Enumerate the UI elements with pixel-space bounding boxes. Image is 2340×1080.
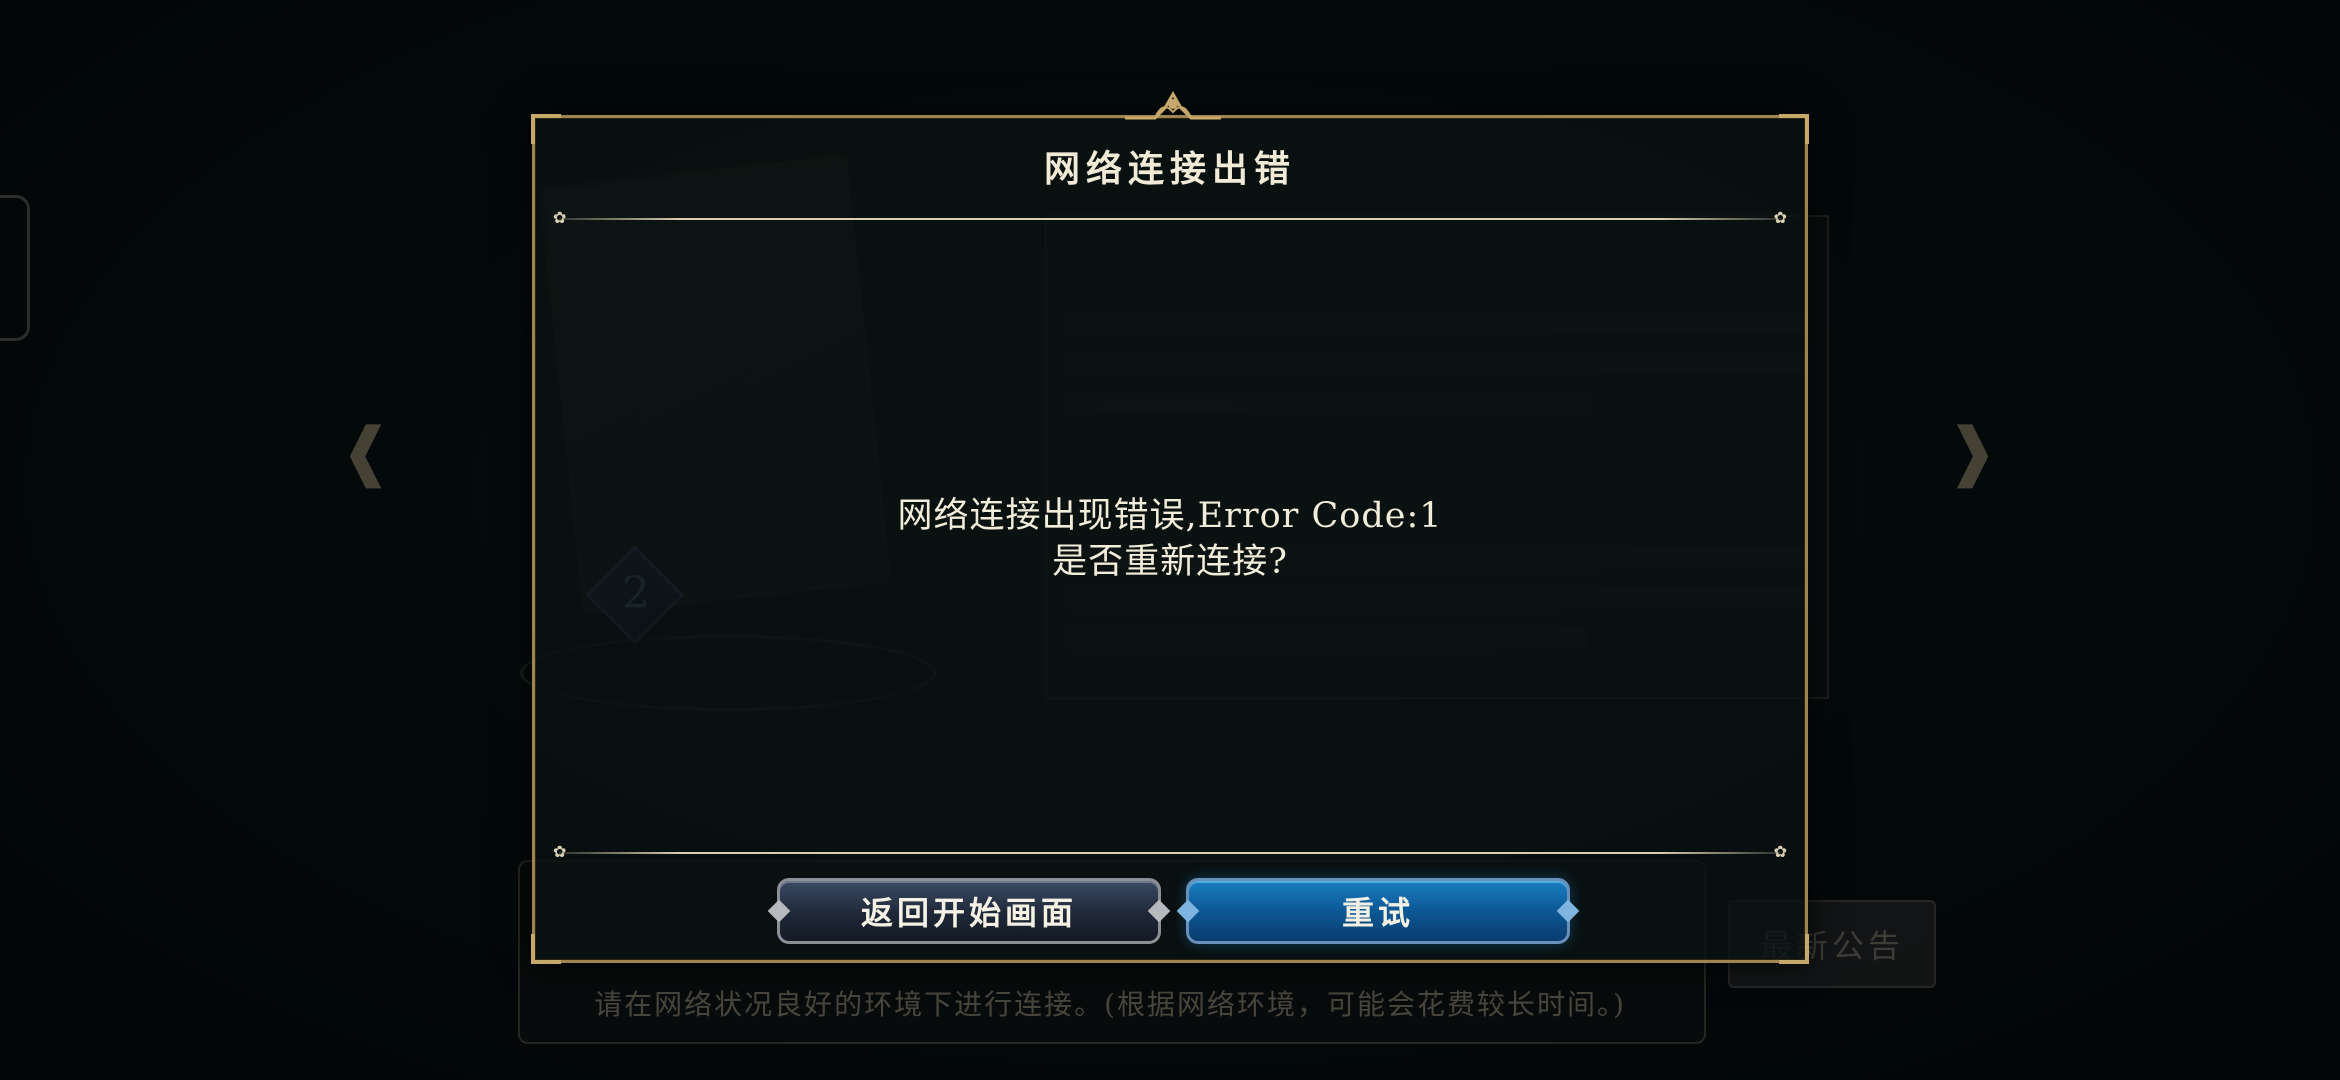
divider-flourish-icon: ✿	[1773, 208, 1787, 227]
corner-ornament	[531, 934, 561, 964]
right-arrow-icon[interactable]: ❱	[1945, 408, 1999, 496]
hex-frame-decoration	[0, 195, 30, 341]
title-divider: ✿ ✿	[553, 210, 1787, 226]
back-to-title-label: 返回开始画面	[860, 894, 1077, 932]
error-message: 网络连接出现错误,Error Code:1 是否重新连接?	[535, 493, 1805, 585]
dialog-title: 网络连接出错	[1043, 148, 1296, 190]
retry-label: 重试	[1341, 894, 1414, 932]
button-cap-decoration	[1556, 899, 1580, 923]
button-cap-decoration	[1176, 899, 1200, 923]
button-divider: ✿ ✿	[553, 844, 1787, 860]
divider-flourish-icon: ✿	[553, 842, 567, 861]
error-message-line1: 网络连接出现错误,Error Code:1	[897, 496, 1443, 536]
crest-ornament-icon	[1125, 90, 1221, 120]
back-to-title-button[interactable]: 返回开始画面	[767, 878, 1171, 944]
corner-ornament	[1779, 934, 1809, 964]
retry-button[interactable]: 重试	[1176, 878, 1580, 944]
left-arrow-icon[interactable]: ❰	[339, 408, 393, 496]
network-error-dialog: 网络连接出错 ✿ ✿ 网络连接出现错误,Error Code:1 是否重新连接?…	[531, 90, 1809, 964]
error-message-line2: 是否重新连接?	[1052, 542, 1288, 582]
button-cap-decoration	[767, 899, 791, 923]
connection-tip: 请在网络状况良好的环境下进行连接。(根据网络环境，可能会花费较长时间。)	[594, 988, 1626, 1021]
divider-flourish-icon: ✿	[1773, 842, 1787, 861]
divider-flourish-icon: ✿	[553, 208, 567, 227]
button-cap-decoration	[1147, 899, 1171, 923]
